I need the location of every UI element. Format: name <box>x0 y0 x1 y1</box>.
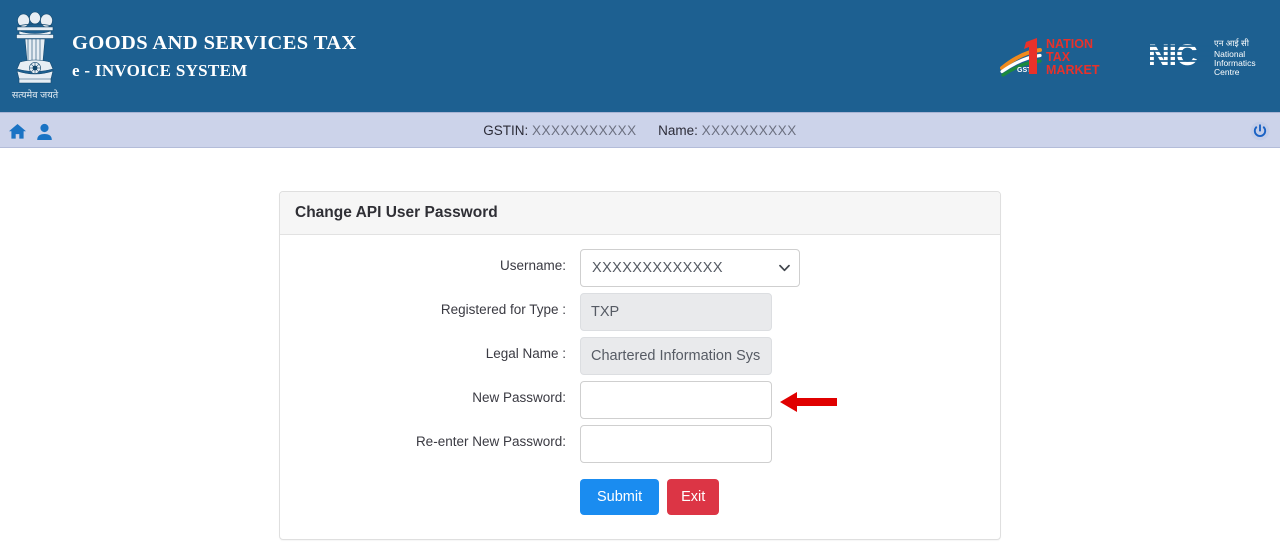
username-label: Username: <box>499 258 566 273</box>
emblem-caption: सत्यमेव जयते <box>12 89 59 101</box>
gstin-label: GSTIN: <box>483 122 529 138</box>
ntm-line2: TAX <box>1046 50 1071 64</box>
header-logos: GST NATION TAX MARKET NIC एन आई सी Natio… <box>1000 0 1266 112</box>
nav-right-group <box>1250 113 1270 149</box>
panel-body: Username: XXXXXXXXXXXXX Registered for T… <box>280 235 1000 539</box>
app-title: GOODS AND SERVICES TAX <box>72 32 357 54</box>
nav-icon-group <box>8 113 53 149</box>
nic-line3: Centre <box>1214 67 1240 77</box>
name-value: XXXXXXXXXX <box>701 122 797 138</box>
gstin-value: XXXXXXXXXXX <box>532 122 637 138</box>
reenter-new-password-label: Re-enter New Password: <box>415 434 566 449</box>
form-actions: Submit Exit <box>280 479 1000 516</box>
name-label: Name: <box>658 122 698 138</box>
new-password-label: New Password: <box>472 390 566 405</box>
username-field: XXXXXXXXXXXXX <box>580 249 800 287</box>
home-icon[interactable] <box>8 122 27 141</box>
user-icon[interactable] <box>36 122 53 141</box>
nic-logo: NIC एन आई सी National Informatics Centre <box>1148 38 1256 77</box>
legal-name-input <box>580 337 772 375</box>
reenter-new-password-row: Re-enter New Password: <box>280 425 1000 463</box>
app-header: सत्यमेव जयते GOODS AND SERVICES TAX e - … <box>0 0 1280 112</box>
registered-for-type-row: Registered for Type : <box>280 293 1000 331</box>
one-nation-tax-market-logo: GST NATION TAX MARKET <box>1000 37 1100 77</box>
power-icon[interactable] <box>1250 121 1270 141</box>
app-subtitle: e - INVOICE SYSTEM <box>72 61 248 81</box>
reenter-new-password-input[interactable] <box>580 425 772 463</box>
new-password-row: New Password: <box>280 381 1000 419</box>
submit-button[interactable]: Submit <box>580 479 660 516</box>
registered-for-type-label: Registered for Type : <box>440 302 566 317</box>
username-select[interactable]: XXXXXXXXXXXXX <box>580 249 800 287</box>
legal-name-field <box>580 337 772 375</box>
ntm-line3: MARKET <box>1046 63 1100 77</box>
gstin-name-info: GSTIN: XXXXXXXXXXX Name: XXXXXXXXXX <box>0 123 1280 138</box>
exit-button[interactable]: Exit <box>667 479 720 516</box>
nav-bar: GSTIN: XXXXXXXXXXX Name: XXXXXXXXXX <box>0 112 1280 148</box>
panel-header: Change API User Password <box>280 192 1000 235</box>
app-title-block: GOODS AND SERVICES TAX e - INVOICE SYSTE… <box>72 30 357 82</box>
new-password-field <box>580 381 772 419</box>
panel-title: Change API User Password <box>295 204 498 221</box>
ntm-line1: NATION <box>1046 37 1093 51</box>
nic-hindi: एन आई सी <box>1214 38 1250 48</box>
registered-for-type-input <box>580 293 772 331</box>
legal-name-row: Legal Name : <box>280 337 1000 375</box>
new-password-input[interactable] <box>580 381 772 419</box>
change-api-user-password-panel: Change API User Password Username: XXXXX… <box>279 191 1001 541</box>
legal-name-label: Legal Name : <box>485 346 566 361</box>
reenter-new-password-field <box>580 425 772 463</box>
national-emblem-icon: सत्यमेव जयते <box>0 0 70 112</box>
page-content: Change API User Password Username: XXXXX… <box>0 148 1280 543</box>
registered-for-type-field <box>580 293 772 331</box>
username-row: Username: XXXXXXXXXXXXX <box>280 249 1000 287</box>
